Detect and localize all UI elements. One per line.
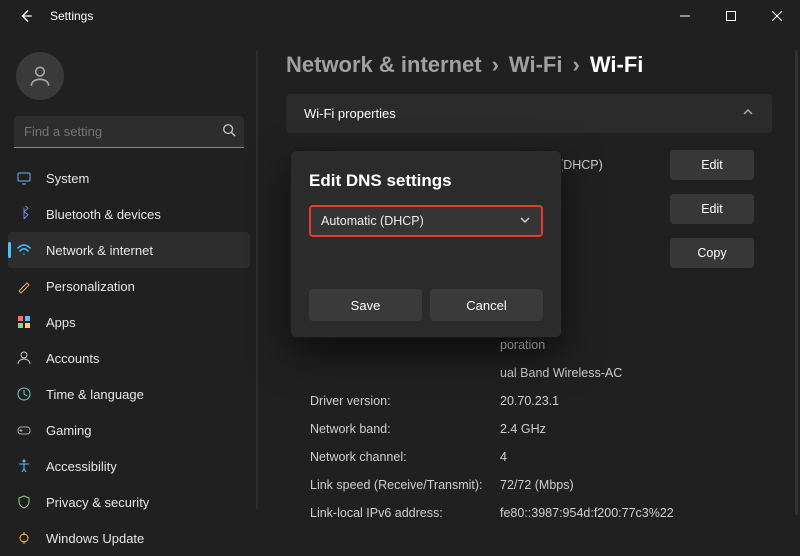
property-value: 4 xyxy=(500,450,754,464)
sidebar-item-network-internet[interactable]: Network & internet xyxy=(8,232,250,268)
chevron-right-icon: › xyxy=(492,52,499,78)
sidebar-item-accessibility[interactable]: Accessibility xyxy=(0,448,258,484)
sidebar-item-bluetooth-devices[interactable]: Bluetooth & devices xyxy=(0,196,258,232)
search-row xyxy=(14,116,244,148)
sidebar-item-personalization[interactable]: Personalization xyxy=(0,268,258,304)
close-icon xyxy=(772,11,782,21)
arrow-left-icon xyxy=(19,9,33,23)
property-value: fe80::3987:954d:f200:77c3%22 xyxy=(500,506,754,519)
property-value: 72/72 (Mbps) xyxy=(500,478,754,492)
sidebar-item-system[interactable]: System xyxy=(0,160,258,196)
breadcrumb-mid[interactable]: Wi-Fi xyxy=(509,52,563,78)
sidebar-item-privacy-security[interactable]: Privacy & security xyxy=(0,484,258,520)
property-row: Driver version:20.70.23.1 xyxy=(310,387,754,415)
sidebar-item-label: Gaming xyxy=(46,423,92,438)
sidebar-item-accounts[interactable]: Accounts xyxy=(0,340,258,376)
chevron-up-icon xyxy=(742,106,754,121)
card-title: Wi-Fi properties xyxy=(304,106,396,121)
property-row: Link speed (Receive/Transmit):72/72 (Mbp… xyxy=(310,471,754,499)
sidebar-item-label: Apps xyxy=(46,315,76,330)
sidebar: System Bluetooth & devices Network & inter… xyxy=(0,32,258,519)
sidebar-item-label: Bluetooth & devices xyxy=(46,207,161,222)
property-row: ual Band Wireless-AC xyxy=(310,359,754,387)
back-button[interactable] xyxy=(10,0,42,32)
close-button[interactable] xyxy=(754,0,800,32)
dialog-title: Edit DNS settings xyxy=(309,171,543,191)
clock-icon xyxy=(16,386,32,402)
edit-dns-dialog: Edit DNS settings Automatic (DHCP) Save … xyxy=(290,150,562,338)
property-row: Network channel:4 xyxy=(310,443,754,471)
property-label: Network channel: xyxy=(310,450,500,464)
property-value: 2.4 GHz xyxy=(500,422,754,436)
sidebar-item-label: Accounts xyxy=(46,351,99,366)
copy-button[interactable]: Copy xyxy=(670,238,754,268)
window-controls xyxy=(662,0,800,32)
sidebar-item-time-language[interactable]: Time & language xyxy=(0,376,258,412)
sidebar-item-label: Windows Update xyxy=(46,531,144,546)
window-title: Settings xyxy=(50,9,93,23)
sidebar-item-label: System xyxy=(46,171,89,186)
avatar xyxy=(16,52,64,100)
divider xyxy=(256,50,258,509)
minimize-icon xyxy=(680,11,690,21)
maximize-icon xyxy=(726,11,736,21)
breadcrumb: Network & internet › Wi-Fi › Wi-Fi xyxy=(286,52,772,78)
wifi-icon xyxy=(16,242,32,258)
gamepad-icon xyxy=(16,422,32,438)
breadcrumb-leaf: Wi-Fi xyxy=(590,52,644,78)
apps-icon xyxy=(16,314,32,330)
person-icon xyxy=(27,63,53,89)
sidebar-item-gaming[interactable]: Gaming xyxy=(0,412,258,448)
bluetooth-icon xyxy=(16,206,32,222)
property-label: Link speed (Receive/Transmit): xyxy=(310,478,500,492)
accessibility-icon xyxy=(16,458,32,474)
edit-button[interactable]: Edit xyxy=(670,194,754,224)
select-value: Automatic (DHCP) xyxy=(321,214,424,228)
property-value: poration xyxy=(500,338,754,352)
brush-icon xyxy=(16,278,32,294)
person-icon xyxy=(16,350,32,366)
title-bar: Settings xyxy=(0,0,800,32)
sidebar-item-label: Privacy & security xyxy=(46,495,149,510)
property-row: Network band:2.4 GHz xyxy=(310,415,754,443)
sidebar-item-label: Accessibility xyxy=(46,459,117,474)
shield-icon xyxy=(16,494,32,510)
account-row[interactable] xyxy=(0,44,258,114)
search-icon xyxy=(222,123,236,142)
property-value: 20.70.23.1 xyxy=(500,394,754,408)
property-label: Link-local IPv6 address: xyxy=(310,506,500,519)
chevron-right-icon: › xyxy=(572,52,579,78)
scrollbar[interactable] xyxy=(795,50,798,515)
sidebar-item-label: Network & internet xyxy=(46,243,153,258)
edit-button[interactable]: Edit xyxy=(670,150,754,180)
nav-list: System Bluetooth & devices Network & inter… xyxy=(0,160,258,556)
property-label: Network band: xyxy=(310,422,500,436)
minimize-button[interactable] xyxy=(662,0,708,32)
sidebar-item-windows-update[interactable]: Windows Update xyxy=(0,520,258,556)
maximize-button[interactable] xyxy=(708,0,754,32)
breadcrumb-root[interactable]: Network & internet xyxy=(286,52,482,78)
chevron-down-icon xyxy=(519,214,531,229)
property-label: Driver version: xyxy=(310,394,500,408)
property-row: Link-local IPv6 address:fe80::3987:954d:… xyxy=(310,499,754,519)
sidebar-item-label: Time & language xyxy=(46,387,144,402)
dns-mode-select[interactable]: Automatic (DHCP) xyxy=(309,205,543,237)
sidebar-item-label: Personalization xyxy=(46,279,135,294)
property-value: ual Band Wireless-AC xyxy=(500,366,754,380)
update-icon xyxy=(16,530,32,546)
dialog-buttons: Save Cancel xyxy=(309,289,543,321)
properties-card-header[interactable]: Wi-Fi properties xyxy=(286,94,772,133)
cancel-button[interactable]: Cancel xyxy=(430,289,543,321)
display-icon xyxy=(16,170,32,186)
search-input[interactable] xyxy=(14,116,244,148)
sidebar-item-apps[interactable]: Apps xyxy=(0,304,258,340)
save-button[interactable]: Save xyxy=(309,289,422,321)
